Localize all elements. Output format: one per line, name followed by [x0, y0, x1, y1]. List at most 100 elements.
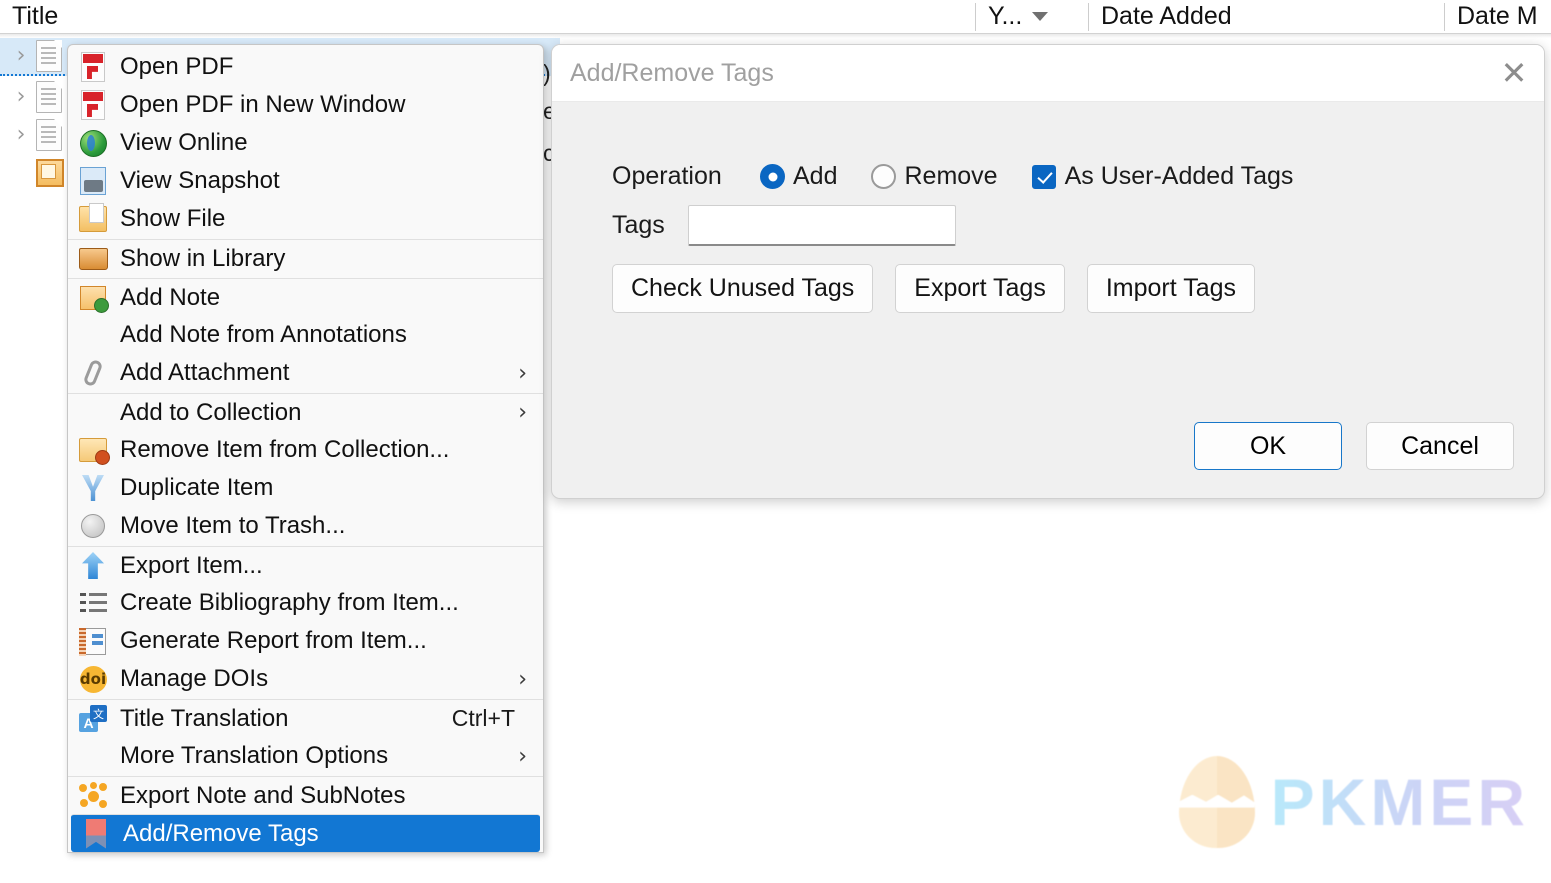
tag-bookmark-icon [77, 818, 115, 849]
ok-button[interactable]: OK [1194, 422, 1342, 470]
menu-item-add-note-from-annotations[interactable]: Add Note from Annotations [68, 316, 543, 354]
context-menu: Open PDF Open PDF in New Window View Onl… [67, 44, 544, 853]
menu-item-label: Show in Library [120, 244, 286, 272]
menu-item-manage-dois[interactable]: doi Manage DOIs › [68, 660, 543, 698]
translate-icon [74, 704, 112, 734]
menu-item-more-translation-options[interactable]: More Translation Options › [68, 737, 543, 775]
radio-dot-icon [871, 164, 897, 189]
no-icon [74, 320, 112, 350]
library-icon [74, 244, 112, 274]
tags-input[interactable] [688, 205, 956, 246]
radio-remove[interactable]: Remove [871, 162, 998, 191]
menu-item-export-note-and-subnotes[interactable]: Export Note and SubNotes [68, 776, 543, 814]
menu-item-open-pdf[interactable]: Open PDF [68, 48, 543, 86]
network-glyph [79, 782, 107, 809]
menu-item-label: More Translation Options [120, 742, 389, 769]
chevron-right-icon[interactable]: › [6, 86, 36, 108]
chevron-right-icon: › [518, 666, 527, 692]
column-header-bar: Title Y... Date Added Date M [0, 0, 1551, 34]
menu-item-show-in-library[interactable]: Show in Library [68, 239, 543, 277]
chevron-right-icon[interactable]: › [6, 124, 36, 146]
operation-row: Operation Add Remove As User-Added Tags [612, 162, 1544, 191]
app-root: Title Y... Date Added Date M › › ›) e c… [0, 0, 1551, 883]
document-icon [36, 81, 62, 113]
column-header-year[interactable]: Y... [976, 0, 1088, 33]
menu-item-export-item[interactable]: Export Item... [68, 546, 543, 584]
menu-item-show-file[interactable]: Show File [68, 200, 543, 238]
menu-item-label: Add to Collection [120, 398, 302, 426]
menu-item-view-online[interactable]: View Online [68, 124, 543, 162]
chevron-right-icon: › [518, 743, 527, 769]
menu-item-label: Duplicate Item [120, 474, 274, 501]
checkbox-label: As User-Added Tags [1064, 162, 1294, 190]
add-remove-tags-dialog: Add/Remove Tags ✕ Operation Add Remove A… [551, 44, 1545, 499]
no-icon [74, 741, 112, 771]
cancel-button[interactable]: Cancel [1366, 422, 1514, 470]
menu-item-open-pdf-new-window[interactable]: Open PDF in New Window [68, 86, 543, 124]
pdf-icon [74, 52, 112, 82]
check-unused-tags-button[interactable]: Check Unused Tags [612, 264, 874, 313]
import-tags-button[interactable]: Import Tags [1086, 264, 1255, 313]
dialog-title-bar: Add/Remove Tags ✕ [552, 45, 1544, 102]
remove-collection-icon [74, 435, 112, 465]
menu-item-title-translation[interactable]: Title Translation Ctrl+T [68, 699, 543, 737]
menu-item-generate-report[interactable]: Generate Report from Item... [68, 622, 543, 660]
column-header-date-added[interactable]: Date Added [1089, 0, 1444, 33]
column-header-title-label: Title [12, 2, 59, 30]
pkmer-logo-icon [1178, 756, 1255, 848]
note-icon [36, 159, 64, 187]
radio-dot-icon [760, 164, 785, 189]
menu-item-label: Remove Item from Collection... [120, 436, 450, 463]
globe-icon [74, 128, 112, 158]
menu-item-label: Show File [120, 205, 226, 232]
menu-item-view-snapshot[interactable]: View Snapshot [68, 162, 543, 200]
operation-radio-group: Add Remove [760, 162, 1032, 191]
menu-item-add-attachment[interactable]: Add Attachment › [68, 354, 543, 392]
checkbox-as-user-added-tags[interactable]: As User-Added Tags [1031, 162, 1294, 191]
menu-item-label: Export Note and SubNotes [120, 781, 406, 809]
menu-item-create-bibliography[interactable]: Create Bibliography from Item... [68, 584, 543, 622]
menu-item-label: Create Bibliography from Item... [120, 589, 459, 616]
export-icon [74, 551, 112, 581]
document-icon [36, 119, 62, 151]
menu-item-add-to-collection[interactable]: Add to Collection › [68, 393, 543, 431]
radio-add[interactable]: Add [760, 162, 837, 191]
dialog-footer: OK Cancel [1194, 422, 1514, 470]
no-icon [74, 398, 112, 428]
export-tags-button[interactable]: Export Tags [895, 264, 1065, 313]
radio-add-label: Add [793, 162, 838, 190]
duplicate-icon [74, 473, 112, 503]
column-header-year-label: Y... [988, 2, 1023, 30]
document-icon [36, 40, 62, 72]
menu-item-move-item-to-trash[interactable]: Move Item to Trash... [68, 507, 543, 545]
report-icon [74, 626, 112, 656]
menu-item-label: View Snapshot [120, 167, 280, 194]
menu-item-add-remove-tags[interactable]: Add/Remove Tags [71, 814, 540, 852]
chevron-right-icon: › [518, 400, 527, 425]
dialog-body: Operation Add Remove As User-Added Tags [552, 102, 1544, 498]
menu-item-label: Open PDF [120, 53, 234, 80]
menu-item-label: Open PDF in New Window [120, 91, 406, 118]
doi-icon: doi [74, 664, 112, 694]
tags-row: Tags [612, 205, 1544, 246]
column-header-date-modified-label: Date M [1457, 2, 1538, 30]
close-icon[interactable]: ✕ [1484, 45, 1544, 102]
menu-item-label: Manage DOIs [120, 665, 269, 692]
pdf-icon [74, 90, 112, 120]
bibliography-icon [74, 588, 112, 618]
pkmer-wordmark: PKMER [1270, 765, 1529, 839]
dialog-title: Add/Remove Tags [570, 58, 774, 87]
tag-actions-row: Check Unused Tags Export Tags Import Tag… [612, 264, 1544, 313]
menu-item-remove-item-from-collection[interactable]: Remove Item from Collection... [68, 431, 543, 469]
menu-item-label: View Online [120, 129, 248, 156]
menu-item-label: Generate Report from Item... [120, 627, 427, 654]
column-header-title[interactable]: Title [0, 0, 975, 33]
add-note-icon [74, 283, 112, 313]
menu-item-label: Export Item... [120, 551, 263, 579]
chevron-right-icon[interactable]: › [6, 45, 36, 67]
sort-descending-icon [1032, 12, 1049, 21]
pkmer-watermark: PKMER [1178, 756, 1529, 848]
menu-item-duplicate-item[interactable]: Duplicate Item [68, 469, 543, 507]
menu-item-add-note[interactable]: Add Note [68, 278, 543, 316]
column-header-date-modified[interactable]: Date M [1445, 0, 1551, 33]
